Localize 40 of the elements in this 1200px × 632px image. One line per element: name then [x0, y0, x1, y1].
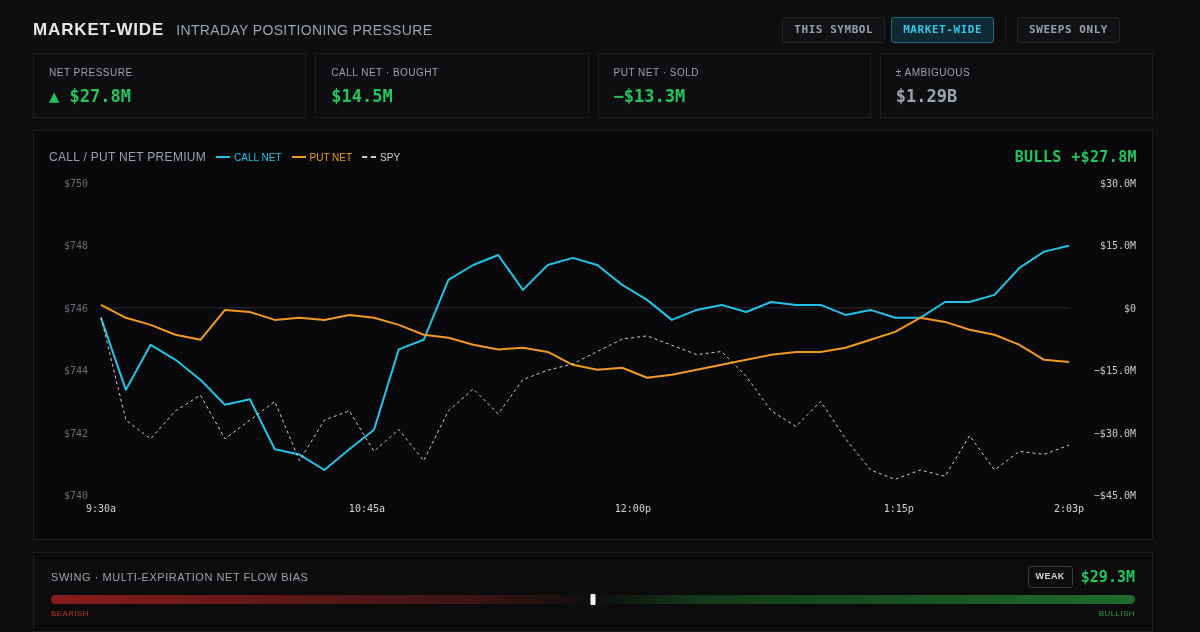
scope-tab[interactable]: THIS SYMBOL — [782, 17, 886, 43]
axis-tick-label: $0 — [1123, 302, 1136, 314]
axis-tick-label: $748 — [64, 240, 89, 252]
stat-label: PUT NET · SOLD — [613, 66, 700, 80]
axis-tick-label: 2:03p — [1053, 503, 1085, 514]
axis-tick-label: 1:15p — [883, 503, 914, 514]
bias-value: $29.3M — [1080, 566, 1135, 588]
strength-badge: WEAK — [1027, 566, 1073, 588]
axis-tick-label: −$15.0M — [1093, 365, 1136, 377]
axis-tick-label: $744 — [64, 365, 89, 377]
legend-label: PUT NET — [309, 150, 353, 165]
chart-title: CALL / PUT NET PREMIUM — [49, 149, 207, 166]
legend-label: CALL NET — [234, 150, 282, 165]
bias-title: SWING · MULTI-EXPIRATION NET FLOW BIAS — [51, 569, 309, 585]
legend-label: SPY — [380, 150, 401, 165]
stat-label: NET PRESSURE — [49, 66, 133, 80]
stat-label: ± AMBIGUOUS — [895, 66, 971, 80]
axis-tick-label: $30.0M — [1099, 178, 1136, 189]
sweeps-toggle[interactable]: SWEEPS ONLY — [1017, 17, 1120, 43]
axis-tick-label: 9:30a — [85, 503, 117, 514]
bearish-label: BEARISH — [51, 608, 89, 620]
axis-tick-label: $15.0M — [1099, 240, 1136, 252]
axis-tick-label: $742 — [64, 427, 89, 439]
scope-tab[interactable]: MARKET-WIDE — [891, 17, 995, 43]
verdict-text: BULLS +$27.8M — [1014, 146, 1137, 168]
axis-tick-label: $750 — [64, 178, 89, 189]
page-subtitle: INTRADAY POSITIONING PRESSURE — [176, 20, 433, 40]
axis-tick-label: 12:00p — [614, 503, 651, 514]
axis-tick-label: −$30.0M — [1093, 427, 1136, 439]
bullish-label: BULLISH — [1098, 608, 1135, 620]
stat-value: ▲ $27.8M — [49, 85, 131, 108]
axis-tick-label: −$45.0M — [1093, 490, 1136, 501]
stat-value: −$13.3M — [613, 85, 686, 108]
stat-label: CALL NET · BOUGHT — [331, 66, 439, 80]
stat-value: $14.5M — [331, 85, 393, 108]
page-title: MARKET-WIDE — [33, 19, 165, 42]
stat-value: $1.29B — [895, 85, 958, 108]
axis-tick-label: $740 — [64, 490, 89, 501]
axis-tick-label: 10:45a — [348, 503, 385, 514]
axis-tick-label: $746 — [64, 302, 89, 314]
